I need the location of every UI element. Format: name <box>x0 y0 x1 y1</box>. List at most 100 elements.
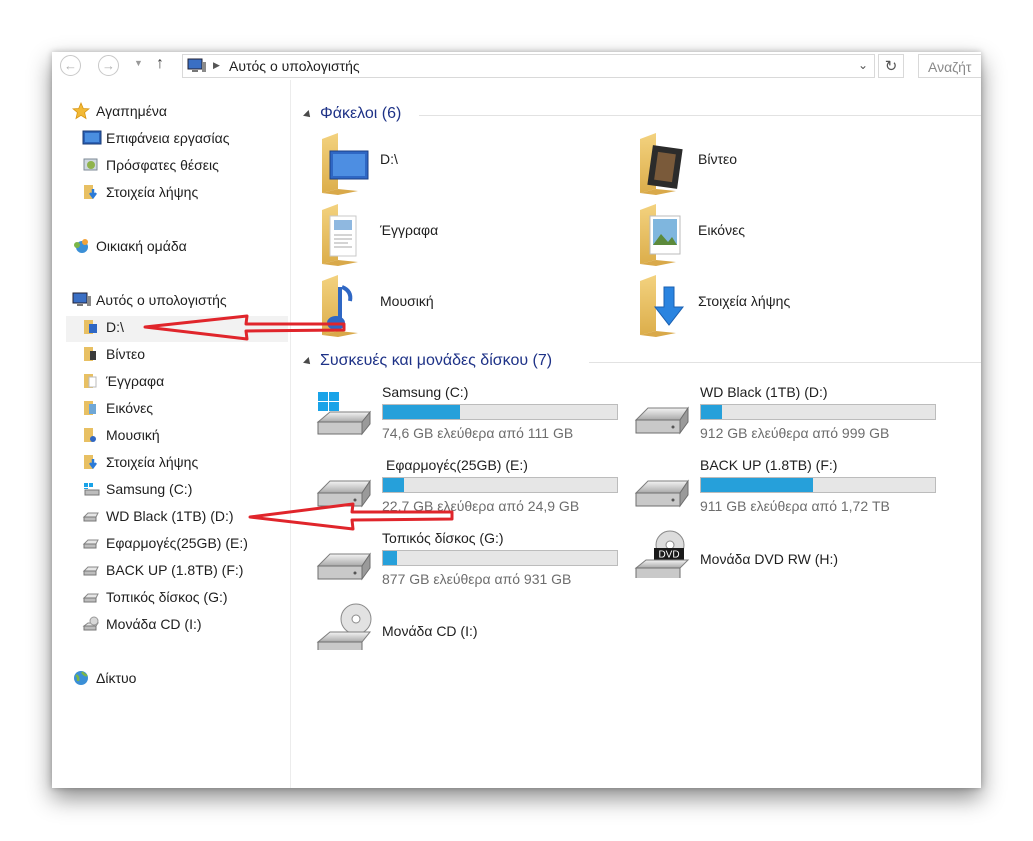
nav-item-music[interactable]: Μουσική <box>82 423 160 447</box>
folder-label: Εικόνες <box>698 222 746 238</box>
nav-item-drive-c[interactable]: Samsung (C:) <box>82 477 192 501</box>
cd-drive-icon <box>82 615 100 633</box>
downloads-folder-icon <box>82 183 100 201</box>
dvd-badge: DVD <box>658 550 679 561</box>
nav-item-label: Έγγραφα <box>106 373 165 389</box>
nav-this-pc[interactable]: Αυτός ο υπολογιστής <box>72 288 227 312</box>
navigation-pane: Αγαπημένα Επιφάνεια εργασίας Πρόσφατες θ… <box>52 80 291 788</box>
nav-favorites[interactable]: Αγαπημένα <box>71 99 168 123</box>
desktop-icon <box>82 129 102 147</box>
nav-item-desktop[interactable]: Επιφάνεια εργασίας <box>82 126 230 150</box>
folder-tile-documents[interactable]: Έγγραφα <box>318 202 568 266</box>
drive-usage-bar <box>382 477 618 493</box>
folder-tile-music[interactable]: Μουσική <box>318 273 568 337</box>
nav-item-label: Πρόσφατες θέσεις <box>106 157 219 173</box>
chevron-down-icon[interactable]: ⌄ <box>858 58 868 72</box>
nav-item-documents[interactable]: Έγγραφα <box>82 369 164 393</box>
group-divider <box>589 362 981 363</box>
drive-tile-i[interactable]: Μονάδα CD (I:) <box>316 602 616 666</box>
folder-tile-downloads[interactable]: Στοιχεία λήψης <box>636 273 886 337</box>
drive-free-space: 74,6 GB ελεύθερα από 111 GB <box>382 425 574 441</box>
drive-name: Μονάδα CD (I:) <box>382 623 478 639</box>
drive-tile-f[interactable]: BACK UP (1.8TB) (F:) 911 GB ελεύθερα από… <box>634 457 936 521</box>
downloads-folder-icon <box>640 275 685 337</box>
nav-item-drive-d[interactable]: WD Black (1TB) (D:) <box>82 504 234 528</box>
drive-free-space: 22,7 GB ελεύθερα από 24,9 GB <box>382 498 580 514</box>
back-button[interactable]: ← <box>60 55 81 76</box>
address-field[interactable]: ▶ Αυτός ο υπολογιστής ⌄ <box>182 54 875 78</box>
folder-tile-pictures[interactable]: Εικόνες <box>636 202 886 266</box>
nav-item-label: BACK UP (1.8TB) (F:) <box>106 562 244 578</box>
devices-group-title[interactable]: Συσκευές και μονάδες δίσκου (7) <box>320 352 552 370</box>
refresh-icon: ↻ <box>884 58 898 75</box>
nav-favorites-label: Αγαπημένα <box>96 103 168 119</box>
homegroup-icon <box>72 237 90 255</box>
nav-item-downloads[interactable]: Στοιχεία λήψης <box>82 180 198 204</box>
downloads-folder-icon <box>82 453 100 471</box>
hard-drive-icon <box>316 479 371 508</box>
network-icon <box>72 669 90 687</box>
folder-label: D:\ <box>380 151 398 167</box>
music-folder-icon <box>322 275 358 337</box>
drive-name: BACK UP (1.8TB) (F:) <box>700 457 838 473</box>
videos-folder-icon <box>640 133 683 195</box>
drive-tile-g[interactable]: Τοπικός δίσκος (G:) 877 GB ελεύθερα από … <box>316 530 618 594</box>
hard-drive-icon <box>82 561 100 579</box>
dvd-drive-icon: DVD <box>634 530 690 578</box>
nav-item-label: WD Black (1TB) (D:) <box>106 508 234 524</box>
hard-drive-icon <box>634 406 689 435</box>
drive-usage-fill <box>383 405 461 419</box>
folders-group-title[interactable]: Φάκελοι (6) <box>320 105 401 123</box>
drive-usage-bar <box>700 477 936 493</box>
nav-item-drive-f[interactable]: BACK UP (1.8TB) (F:) <box>82 558 243 582</box>
refresh-button[interactable]: ↻ <box>878 54 904 78</box>
drive-tile-h[interactable]: DVD Μονάδα DVD RW (H:) <box>634 530 934 594</box>
recent-locations-chevron-icon[interactable]: ▼ <box>134 58 143 68</box>
drive-tile-d[interactable]: WD Black (1TB) (D:) 912 GB ελεύθερα από … <box>634 384 936 448</box>
hard-drive-icon <box>82 534 100 552</box>
folder-icon <box>82 318 100 336</box>
nav-item-label: D:\ <box>106 319 124 335</box>
drive-name: WD Black (1TB) (D:) <box>700 384 828 400</box>
drive-free-space: 912 GB ελεύθερα από 999 GB <box>700 425 890 441</box>
up-button[interactable]: ↑ <box>156 55 164 73</box>
folder-label: Στοιχεία λήψης <box>698 293 791 309</box>
drive-usage-bar <box>382 404 618 420</box>
content-pane: Φάκελοι (6) D:\ Βίντεο Έγγραφα Εικόνες Μ… <box>291 80 981 788</box>
hard-drive-icon <box>316 552 371 581</box>
nav-item-downloads-pc[interactable]: Στοιχεία λήψης <box>82 450 198 474</box>
drive-tile-c[interactable]: Samsung (C:) 74,6 GB ελεύθερα από 111 GB <box>316 384 618 448</box>
drive-usage-fill <box>383 478 405 492</box>
search-box[interactable]: Αναζήτ <box>918 54 981 78</box>
group-collapse-icon[interactable] <box>303 110 313 120</box>
nav-item-pictures[interactable]: Εικόνες <box>82 396 153 420</box>
nav-item-label: Εικόνες <box>106 400 154 416</box>
drive-tile-e[interactable]: Εφαρμογές(25GB) (E:) 22,7 GB ελεύθερα απ… <box>316 457 618 521</box>
arrow-left-icon: ← <box>64 58 77 73</box>
nav-item-recent-places[interactable]: Πρόσφατες θέσεις <box>82 153 219 177</box>
nav-network[interactable]: Δίκτυο <box>72 666 136 690</box>
forward-button[interactable]: → <box>98 55 119 76</box>
nav-item-label: Μουσική <box>106 427 160 443</box>
search-placeholder: Αναζήτ <box>928 59 972 75</box>
recent-places-icon <box>82 156 100 174</box>
nav-item-drive-i[interactable]: Μονάδα CD (I:) <box>82 612 202 636</box>
group-collapse-icon[interactable] <box>303 357 313 367</box>
nav-item-d-folder[interactable]: D:\ <box>82 315 124 339</box>
nav-item-label: Τοπικός δίσκος (G:) <box>106 589 228 605</box>
nav-item-label: Μονάδα CD (I:) <box>106 616 202 632</box>
nav-item-videos[interactable]: Βίντεο <box>82 342 145 366</box>
folder-tile-d[interactable]: D:\ <box>318 131 568 195</box>
pictures-folder-icon <box>82 399 100 417</box>
explorer-window: ← → ▼ ↑ ▶ Αυτός ο υπολογιστής ⌄ ↻ Αναζήτ <box>52 52 981 788</box>
nav-item-drive-g[interactable]: Τοπικός δίσκος (G:) <box>82 585 228 609</box>
drive-name: Τοπικός δίσκος (G:) <box>382 530 504 546</box>
breadcrumb-separator-icon: ▶ <box>213 60 220 70</box>
folder-label: Μουσική <box>380 293 434 309</box>
nav-item-drive-e[interactable]: Εφαρμογές(25GB) (E:) <box>82 531 248 555</box>
nav-item-label: Εφαρμογές(25GB) (E:) <box>106 535 248 551</box>
music-folder-icon <box>82 426 100 444</box>
folder-icon <box>322 133 369 195</box>
folder-tile-videos[interactable]: Βίντεο <box>636 131 886 195</box>
nav-homegroup[interactable]: Οικιακή ομάδα <box>72 234 187 258</box>
